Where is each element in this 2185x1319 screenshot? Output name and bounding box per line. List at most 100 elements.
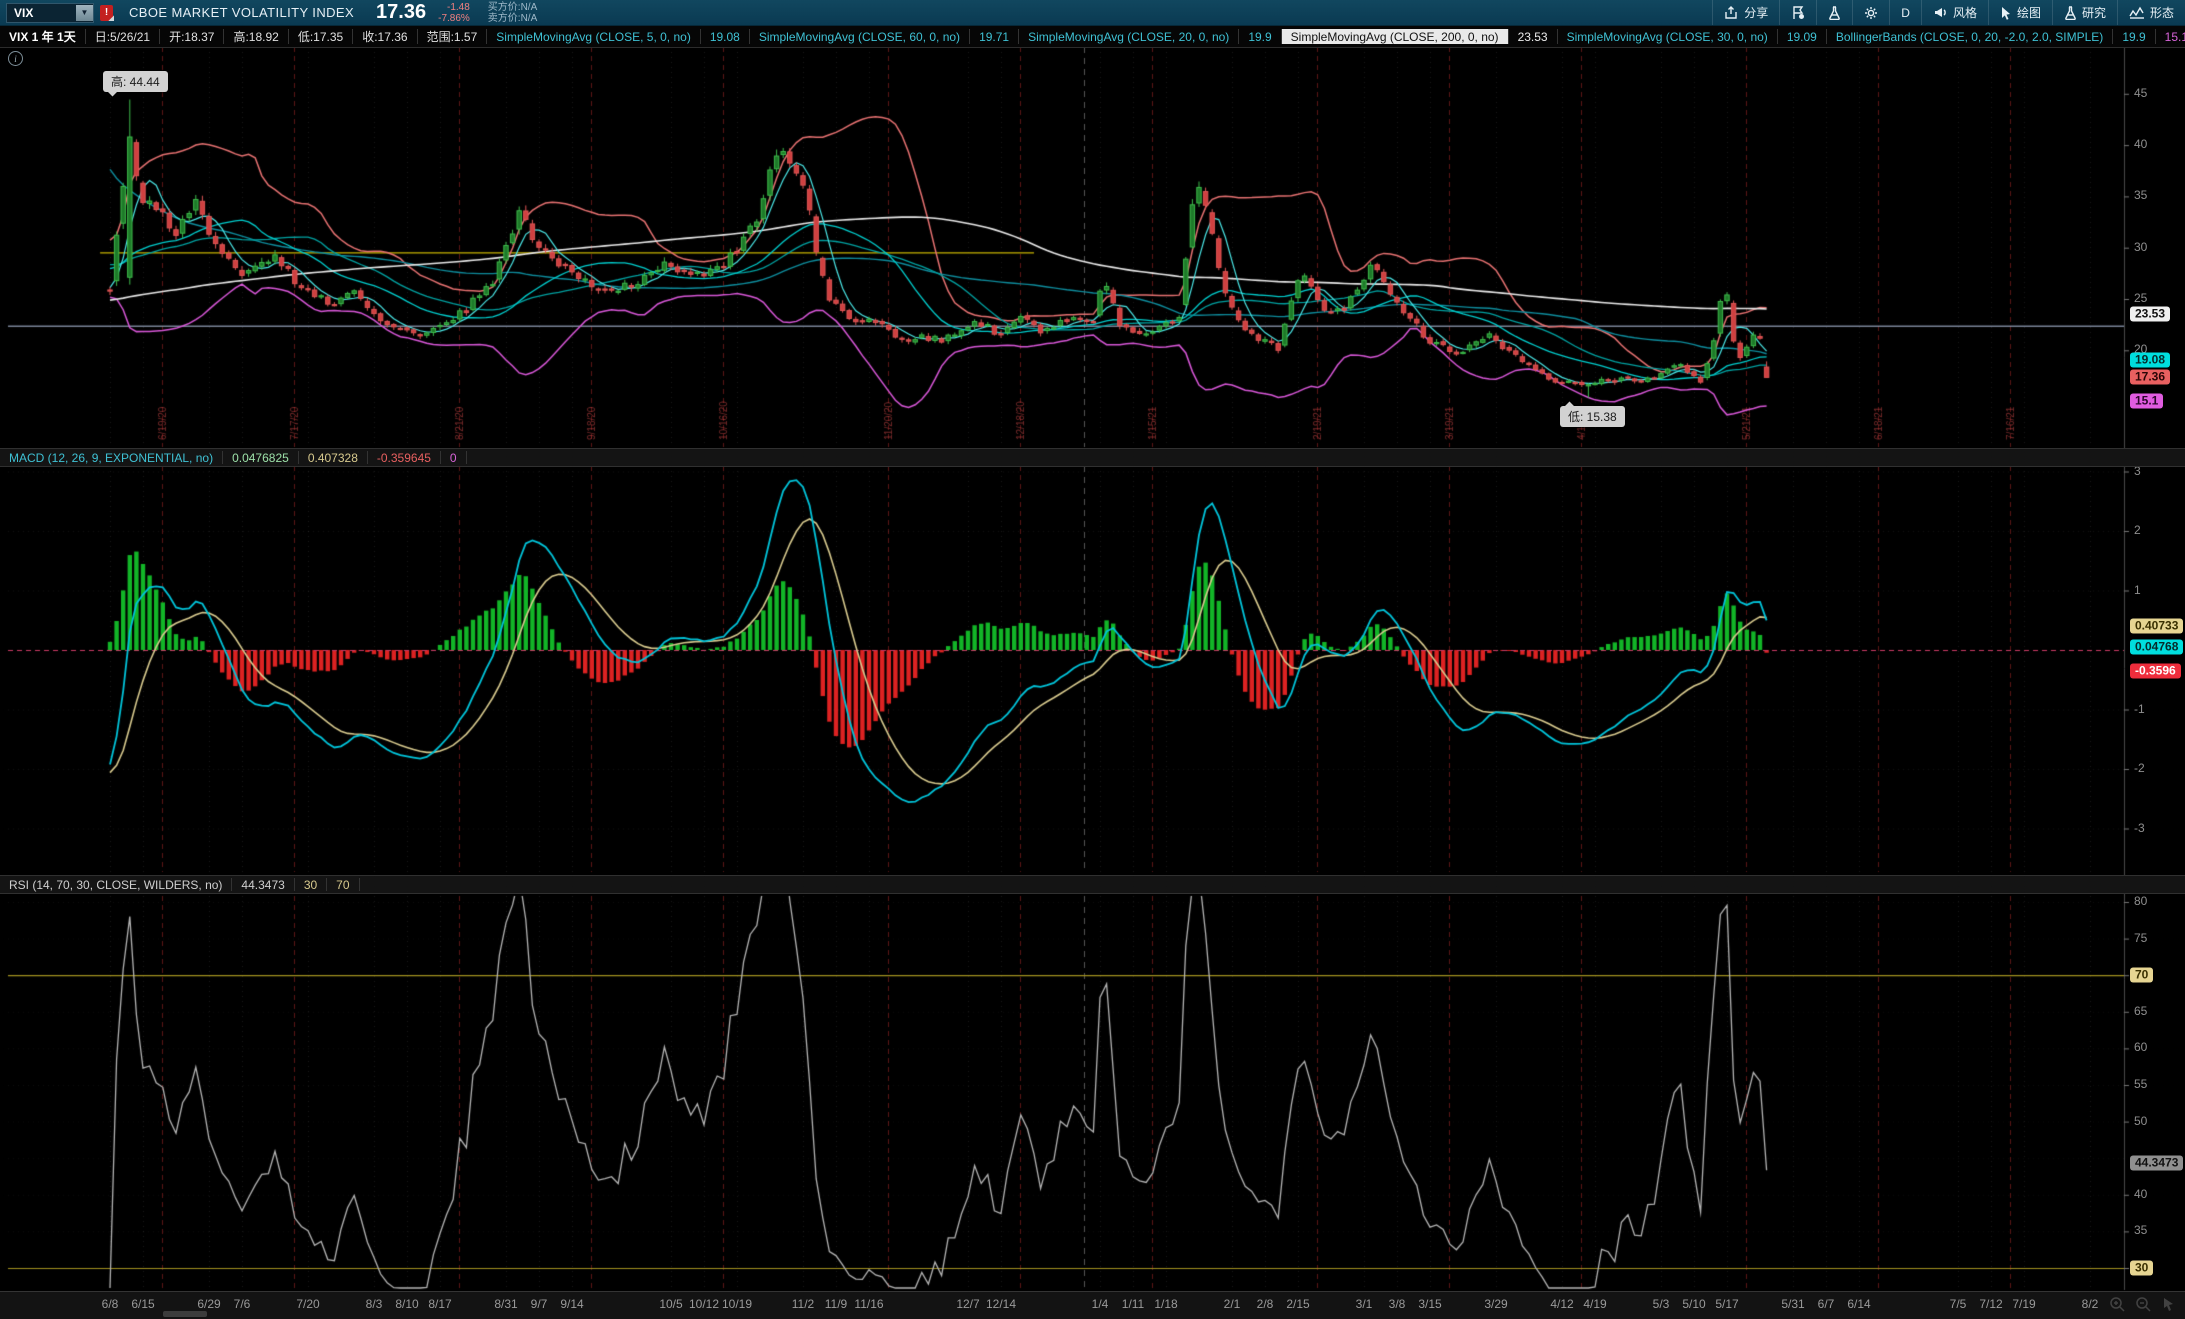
ohlc-stat-4: 收:17.36 — [353, 29, 418, 44]
ohlc-stat-3: 低:17.35 — [289, 29, 354, 44]
rsi-study-label[interactable]: RSI (14, 70, 30, CLOSE, WILDERS, no) — [0, 878, 233, 892]
change-percent: -7.86% — [438, 12, 470, 24]
x-axis-label: 6/7 — [1817, 1297, 1835, 1311]
last-price-badge: 17.36 — [2130, 369, 2171, 385]
symbol-dropdown-icon[interactable]: ▼ — [76, 4, 93, 21]
x-axis-label: 11/2 — [791, 1297, 815, 1311]
studies-label: 研究 — [2081, 6, 2106, 20]
info-icon[interactable]: i — [8, 51, 23, 66]
macd-badge-2: -0.3596 — [2130, 663, 2181, 679]
macd-axis-tick: -3 — [2134, 820, 2145, 835]
price-axis-tick: 35 — [2134, 188, 2148, 203]
chart-header-row: VIX 1 年 1天 日:5/26/21 开:18.37 高:18.92 低:17.3… — [0, 26, 2185, 48]
price-axis-tick: 45 — [2134, 85, 2148, 100]
delayed-data-icon: ! — [100, 4, 113, 21]
study-label-1[interactable]: SimpleMovingAvg (CLOSE, 60, 0, no) — [750, 29, 971, 44]
tests-button[interactable] — [1816, 0, 1852, 25]
x-axis-label: 8/3 — [365, 1297, 383, 1311]
study-value-3: 23.53 — [1509, 29, 1558, 44]
symbol-input[interactable]: VIX ▼ — [6, 2, 94, 23]
chart-canvas[interactable] — [0, 0, 2185, 1318]
draw-label: 绘图 — [2016, 6, 2041, 20]
x-axis-label: 3/1 — [1355, 1297, 1373, 1311]
toolbar-buttons: 分享 D 风格 绘图 研究 形态 — [1712, 0, 2185, 25]
style-button[interactable]: 风格 — [1920, 0, 1988, 25]
x-axis-label: 6/8 — [101, 1297, 119, 1311]
ohlc-stat-0: 日:5/26/21 — [86, 29, 161, 44]
macd-axis-tick: -2 — [2134, 761, 2145, 775]
rsi-value-2: 70 — [327, 878, 360, 892]
x-axis-label: 5/10 — [1682, 1297, 1706, 1311]
high-marker-tooltip: 高: 44.44 — [103, 71, 168, 92]
study-value-1: 19.71 — [970, 29, 1020, 44]
zoom-out-icon[interactable] — [2135, 1296, 2151, 1312]
x-axis-label: 1/4 — [1091, 1297, 1109, 1311]
bid-ask: 买方价:N/A 卖方价:N/A — [488, 2, 537, 24]
study-value-4: 19.09 — [1778, 29, 1827, 44]
study-label-4[interactable]: SimpleMovingAvg (CLOSE, 30, 0, no) — [1558, 29, 1778, 44]
time-scrollbar-thumb[interactable] — [163, 1311, 207, 1317]
gear-icon — [1864, 6, 1878, 20]
price-axis-tick: 40 — [2134, 137, 2148, 152]
flask-icon — [1828, 5, 1841, 20]
x-axis-label: 7/12 — [1979, 1297, 2003, 1311]
x-axis-label: 4/12 — [1550, 1297, 1574, 1311]
macd-axis-tick: 2 — [2134, 523, 2141, 537]
rsi-axis-tick: 55 — [2134, 1077, 2148, 1091]
megaphone-icon — [1933, 6, 1948, 19]
pan-cursor-icon[interactable] — [2161, 1296, 2177, 1312]
ohlc-stat-1: 开:18.37 — [160, 29, 225, 44]
rsi-value-1: 30 — [295, 878, 328, 892]
x-axis-label: 10/5 — [659, 1297, 683, 1311]
timeframe-label: D — [1901, 5, 1910, 20]
rsi-value-0: 44.3473 — [232, 878, 295, 892]
x-axis-label: 11/9 — [824, 1297, 848, 1311]
x-axis-label: 2/15 — [1286, 1297, 1310, 1311]
price-change: -1.48 -7.86% — [438, 2, 470, 24]
report-button[interactable] — [1779, 0, 1816, 25]
x-axis-label: 8/17 — [428, 1297, 452, 1311]
instrument-title: CBOE MARKET VOLATILITY INDEX — [129, 5, 355, 20]
flask-icon — [2064, 5, 2077, 20]
patterns-label: 形态 — [2149, 6, 2174, 20]
trading-platform-window: { "topbar": { "symbol": "VIX", "title": … — [0, 0, 2185, 1319]
bollinger-value-0: 19.9 — [2113, 29, 2156, 44]
studies-button[interactable]: 研究 — [2051, 0, 2117, 25]
top-toolbar: VIX ▼ ! CBOE MARKET VOLATILITY INDEX 17.… — [0, 0, 2185, 26]
instrument-timeframe: VIX 1 年 1天 — [0, 29, 86, 44]
rsi-axis-tick: 65 — [2134, 1003, 2148, 1018]
sma5-price-badge: 19.08 — [2130, 352, 2171, 368]
macd-badge-1: 0.04768 — [2130, 639, 2184, 655]
bollinger-value-1: 15.1 — [2156, 29, 2185, 44]
timeframe-button[interactable]: D — [1889, 0, 1921, 25]
x-axis-label: 6/14 — [1847, 1297, 1871, 1311]
study-label-3[interactable]: SimpleMovingAvg (CLOSE, 200, 0, no) — [1281, 29, 1509, 44]
study-value-2: 19.9 — [1239, 29, 1282, 44]
x-axis-label: 7/20 — [296, 1297, 320, 1311]
low-marker-tooltip: 低: 15.38 — [1560, 406, 1625, 427]
zoom-in-icon[interactable] — [2109, 1296, 2125, 1312]
ohlc-stat-2: 高:18.92 — [224, 29, 289, 44]
ohlc-stat-5: 范围:1.57 — [418, 29, 488, 44]
macd-axis-tick: -1 — [2134, 701, 2145, 716]
x-axis-label: 11/16 — [854, 1297, 884, 1311]
x-axis-label: 7/5 — [1949, 1297, 1967, 1311]
study-label-bollinger[interactable]: BollingerBands (CLOSE, 0, 20, -2.0, 2.0,… — [1827, 29, 2114, 44]
last-price: 17.36 — [376, 1, 427, 23]
rsi-axis-tick: 40 — [2134, 1186, 2148, 1201]
share-button[interactable]: 分享 — [1712, 0, 1779, 25]
study-label-2[interactable]: SimpleMovingAvg (CLOSE, 20, 0, no) — [1019, 29, 1240, 44]
price-axis-tick: 25 — [2134, 291, 2148, 305]
rsi-badge-1: 44.3473 — [2130, 1155, 2184, 1171]
patterns-button[interactable]: 形态 — [2116, 0, 2185, 25]
x-axis-label: 7/19 — [2012, 1297, 2036, 1311]
draw-button[interactable]: 绘图 — [1987, 0, 2052, 25]
study-value-0: 19.08 — [701, 29, 750, 44]
study-label-0[interactable]: SimpleMovingAvg (CLOSE, 5, 0, no) — [487, 29, 701, 44]
x-axis-label: 5/3 — [1652, 1297, 1670, 1311]
macd-study-label[interactable]: MACD (12, 26, 9, EXPONENTIAL, no) — [0, 451, 224, 465]
x-axis-label: 5/31 — [1781, 1297, 1805, 1311]
settings-button[interactable] — [1852, 0, 1889, 25]
style-label: 风格 — [1952, 6, 1977, 20]
flag-icon — [1791, 5, 1805, 20]
